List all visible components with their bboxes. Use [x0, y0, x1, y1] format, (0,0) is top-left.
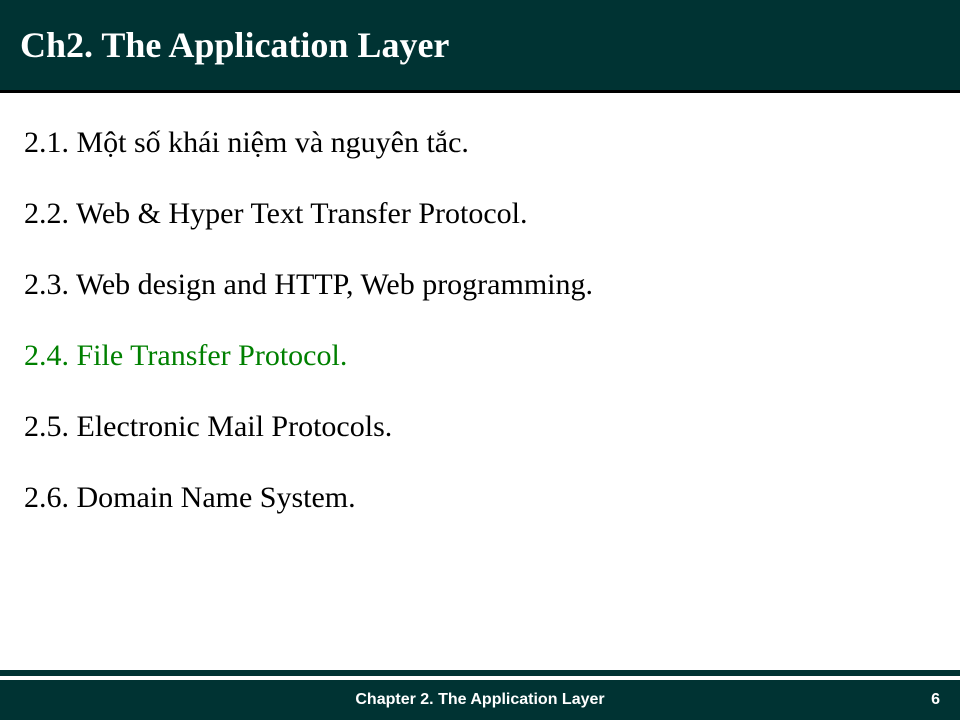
slide-header: Ch2. The Application Layer [0, 0, 960, 93]
slide-title: Ch2. The Application Layer [20, 25, 449, 65]
footer-chapter: Chapter 2. The Application Layer [355, 691, 604, 709]
outline-text: 2.4. File Transfer Protocol. [24, 339, 347, 372]
page-number: 6 [931, 691, 940, 709]
outline-text: 2.6. Domain Name System. [24, 481, 356, 514]
outline-item: 2.5. Electronic Mail Protocols. [24, 407, 936, 446]
outline-item: 2.3. Web design and HTTP, Web programmin… [24, 265, 936, 304]
slide-content: 2.1. Một số khái niệm và nguyên tắc. 2.2… [0, 93, 960, 579]
outline-text: 2.2. Web & Hyper Text Transfer Protocol. [24, 197, 528, 230]
outline-text: 2.1. Một số khái niệm và nguyên tắc. [24, 126, 469, 159]
outline-item-active: 2.4. File Transfer Protocol. [24, 336, 936, 375]
outline-item: 2.2. Web & Hyper Text Transfer Protocol. [24, 194, 936, 233]
outline-item: 2.1. Một số khái niệm và nguyên tắc. [24, 123, 936, 162]
outline-item: 2.6. Domain Name System. [24, 478, 936, 517]
outline-text: 2.3. Web design and HTTP, Web programmin… [24, 268, 593, 301]
outline-text: 2.5. Electronic Mail Protocols. [24, 410, 392, 443]
slide-footer-wrap: Chapter 2. The Application Layer 6 [0, 670, 960, 720]
slide-footer: Chapter 2. The Application Layer 6 [0, 680, 960, 720]
